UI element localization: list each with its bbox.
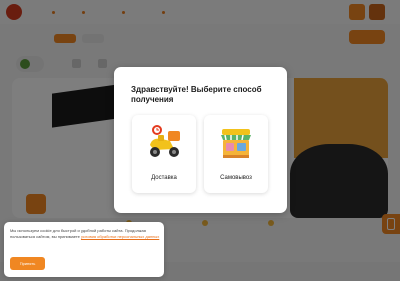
delivery-option[interactable]: Доставка xyxy=(132,115,196,193)
scooter-delivery-icon xyxy=(150,125,180,157)
pickup-option-label: Самовывоз xyxy=(220,175,252,181)
cookie-banner: Мы используем cookie для быстрой и удобн… xyxy=(4,222,164,277)
shop-stall-icon xyxy=(221,129,251,158)
privacy-policy-link[interactable]: условия обработки персональных данных xyxy=(81,234,159,239)
delivery-option-label: Доставка xyxy=(151,175,177,181)
accept-cookies-button[interactable]: Принять xyxy=(10,257,45,270)
cookie-text: Мы используем cookie для быстрой и удобн… xyxy=(10,228,160,240)
delivery-method-modal: Здравствуйте! Выберите способ получения … xyxy=(114,67,287,213)
pickup-option[interactable]: Самовывоз xyxy=(204,115,268,193)
modal-title: Здравствуйте! Выберите способ получения xyxy=(131,85,262,104)
